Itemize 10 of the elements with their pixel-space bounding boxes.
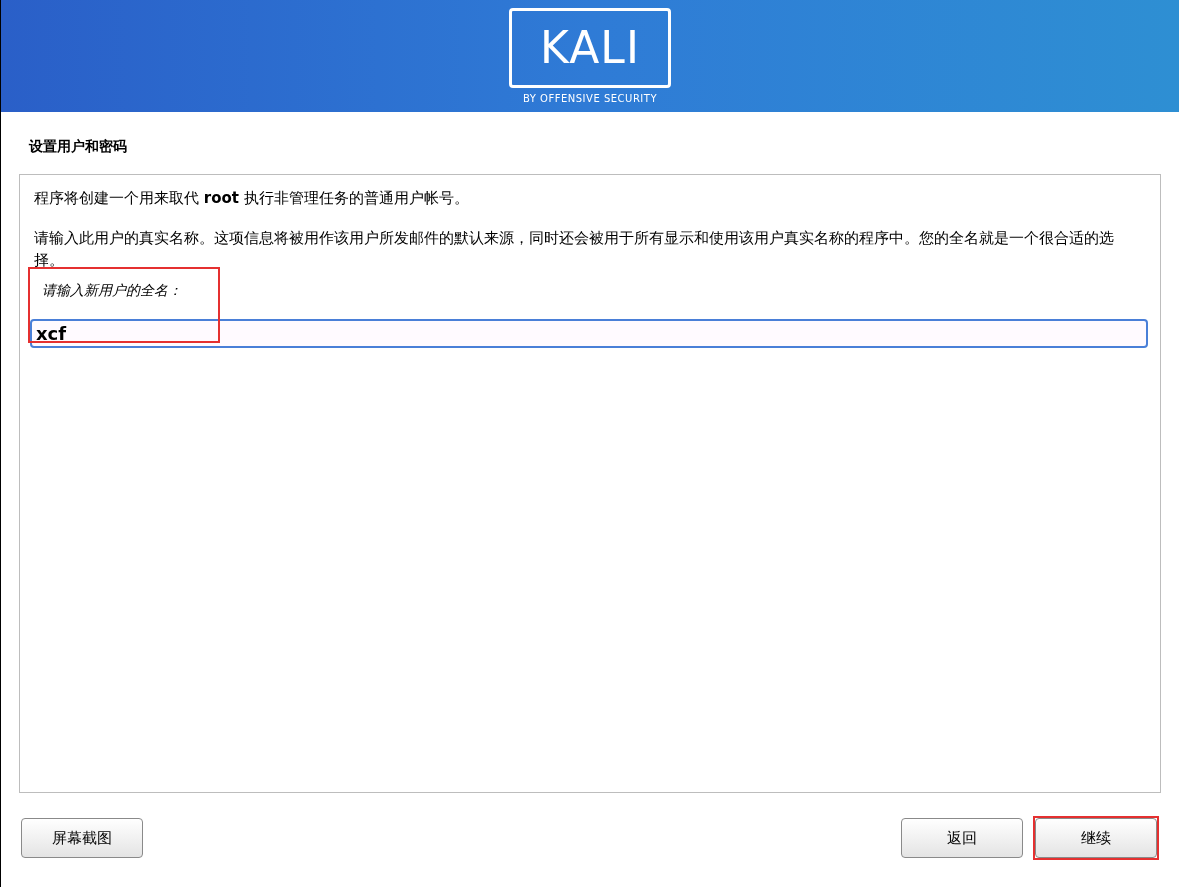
description-paragraph: 程序将创建一个用来取代 root 执行非管理任务的普通用户帐号。 xyxy=(34,188,470,209)
field-label: 请输入新用户的全名： xyxy=(42,282,182,298)
logo-tagline: BY OFFENSIVE SECURITY xyxy=(523,92,657,106)
description-paragraph: 请输入此用户的真实名称。这项信息将被用作该用户所发邮件的默认来源，同时还会被用于所有显示和使用该用户真实名称的程序中。您的全名就是一个很合适的选择。 xyxy=(34,228,1115,271)
name-input-field[interactable]: xcf xyxy=(30,319,1148,348)
dialog-button[interactable]: 继续 xyxy=(1035,818,1157,858)
dialog-button[interactable]: 屏幕截图 xyxy=(21,818,143,858)
dialog-button[interactable]: 返回 xyxy=(901,818,1023,858)
logo-text: KALI xyxy=(539,26,641,70)
step-title: 设置用户和密码 xyxy=(29,138,127,154)
